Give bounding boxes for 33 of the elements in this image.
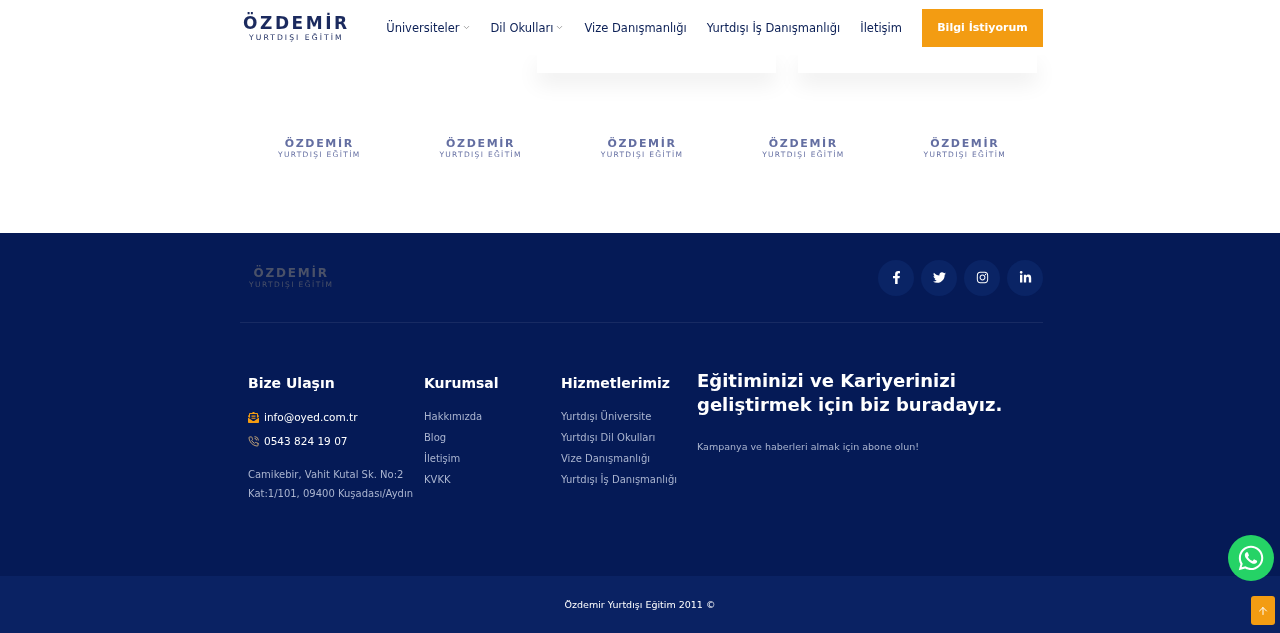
email-text: info@oyed.com.tr xyxy=(264,411,358,423)
column-heading: Hizmetlerimiz xyxy=(561,375,671,391)
footer-link[interactable]: KVKK xyxy=(424,474,561,485)
footer-link[interactable]: Hakkımızda xyxy=(424,411,561,422)
footer-link[interactable]: Vize Danışmanlığı xyxy=(561,453,697,464)
nav-link[interactable]: Yurtdışı İş Danışmanlığı xyxy=(706,20,841,35)
nav-link[interactable]: Dil Okulları xyxy=(490,20,565,35)
nav-link[interactable]: Vize Danışmanlığı xyxy=(584,20,687,35)
nav-link[interactable]: İletişim xyxy=(860,20,902,35)
linkedin-icon xyxy=(1018,271,1032,284)
newsletter-heading: Eğitiminizi ve Kariyerinizi geliştirmek için biz buradayız. xyxy=(697,369,1004,417)
email-icon xyxy=(248,411,259,423)
footer-link[interactable]: Blog xyxy=(424,432,561,443)
phone-text: 0543 824 19 07 xyxy=(264,435,348,447)
footer-link[interactable]: Yurtdışı Dil Okulları xyxy=(561,432,697,443)
address-text: Camikebir, Vahit Kutal Sk. No:2 Kat:1/101, 09400 Kuşadası/Aydın xyxy=(248,468,415,501)
footer-link[interactable]: Yurtdışı Üniversite xyxy=(561,411,697,422)
twitter-icon xyxy=(932,271,946,284)
copyright-text: Özdemir Yurtdışı Eğitim 2011 © xyxy=(564,599,716,610)
arrow-up-icon xyxy=(1257,604,1269,617)
newsletter-text: Kampanya ve haberleri almak için abone olun! xyxy=(697,441,921,452)
social-link[interactable] xyxy=(921,259,957,296)
social-link[interactable] xyxy=(1007,259,1043,296)
phone-icon xyxy=(248,435,259,447)
footer-link[interactable]: İletişim xyxy=(424,453,561,464)
social-link[interactable] xyxy=(964,259,1000,296)
social-link[interactable] xyxy=(878,259,914,296)
footer-link[interactable]: Yurtdışı İş Danışmanlığı xyxy=(561,474,697,485)
column-heading: Kurumsal xyxy=(424,375,500,391)
instagram-icon xyxy=(975,271,989,284)
whatsapp-icon xyxy=(1237,544,1265,572)
nav-link[interactable]: Üniversiteler xyxy=(386,20,471,35)
column-heading: Bize Ulaşın xyxy=(248,375,336,391)
